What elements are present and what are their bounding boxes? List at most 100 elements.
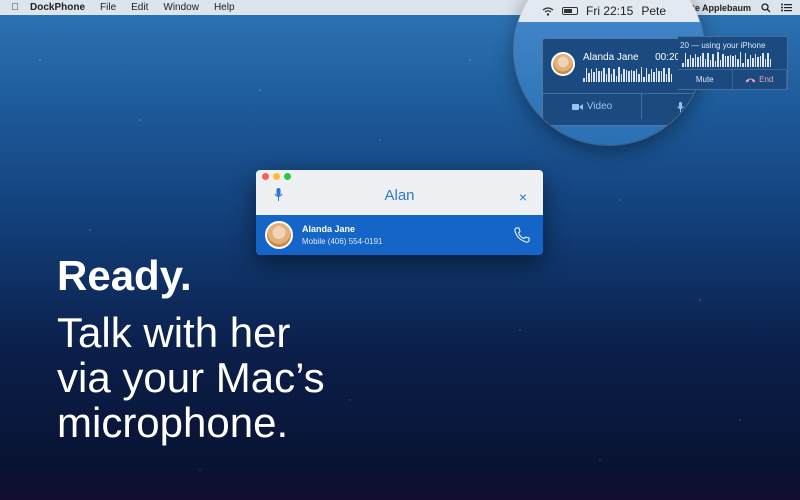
spotlight-search-icon[interactable] [761,2,771,13]
window-zoom-button[interactable] [284,173,291,180]
waveform-bar [670,73,672,82]
waveform-bar [610,74,612,82]
waveform-bar [583,77,585,82]
waveform-bar [714,61,716,67]
waveform-bar [747,59,749,67]
waveform-bar [704,59,706,67]
waveform-bar [757,56,759,67]
waveform-bar [739,52,741,67]
waveform-bar [653,72,655,82]
waveform-bar [699,56,701,67]
headline-line-1: Talk with her [57,309,291,356]
waveform-bar [767,53,769,67]
mute-button-panel[interactable]: Mute [678,70,733,89]
video-button-label: Video [586,101,613,112]
waveform-bar [754,53,756,67]
contact-phone: Mobile (406) 554-0191 [302,237,383,246]
waveform-bar [694,53,696,67]
hang-up-icon [745,78,756,82]
waveform-bar [682,63,684,67]
waveform-bar [598,71,600,82]
waveform-bar [732,56,734,67]
caller-avatar [551,52,575,76]
waveform-bar [709,59,711,67]
horizon-glow [0,460,800,500]
waveform-bar [663,67,665,82]
waveform-bar [712,54,714,67]
search-input[interactable]: Alan [256,187,543,204]
waveform-bar [722,54,724,67]
waveform-bar [585,67,587,82]
call-phone-icon[interactable] [513,226,531,244]
magnified-menubar: Fri 22:15 Pete [514,0,704,22]
waveform-bar [717,52,719,67]
video-button[interactable]: Video [543,94,642,119]
waveform-bar [752,57,754,67]
call-timer: 00:20 [655,51,681,63]
menu-edit[interactable]: Edit [131,2,148,13]
mute-label: Mute [695,75,714,84]
waveform-bar [595,68,597,82]
waveform-bar [600,70,602,82]
window-minimize-button[interactable] [273,173,280,180]
mute-button[interactable]: Mut [642,94,704,119]
apple-icon[interactable]:  [0,2,30,13]
waveform-bar [623,68,625,82]
clear-search-icon[interactable]: × [519,189,527,205]
waveform-bar [744,53,746,67]
caller-name: Alanda Jane [583,51,639,63]
battery-icon[interactable] [562,7,578,15]
waveform-bar [697,56,699,67]
waveform-bar [658,71,660,82]
menubar-clock[interactable]: Fri 22:15 [586,4,633,18]
menubar-user-truncated[interactable]: Pete [641,4,666,18]
headline-line-2: via your Mac’s [57,354,325,401]
menu-help[interactable]: Help [214,2,235,13]
waveform-bar [615,75,617,82]
waveform-bar [702,53,704,67]
video-camera-icon [571,103,583,110]
magnifier-lens: Fri 22:15 Pete Alanda Jane 00:20 — Video… [514,0,704,145]
waveform-bar [687,58,689,67]
marketing-headline: Ready. Talk with her via your Mac’s micr… [57,252,325,446]
waveform-bar [660,70,662,82]
notification-center-icon[interactable] [781,3,792,12]
call-panel-overflow: 20 — using your iPhone Mute End [678,36,788,90]
waveform-bar [655,68,657,82]
waveform-bar [603,67,605,82]
waveform-bar [684,53,686,67]
waveform-bar [618,66,620,82]
contact-avatar [265,221,293,249]
waveform-bar [640,66,642,82]
waveform-bar [608,67,610,82]
waveform-bar [643,77,645,82]
waveform-bar [719,59,721,67]
menu-file[interactable]: File [100,2,116,13]
waveform-bar [759,56,761,67]
end-call-button[interactable]: End [733,70,787,89]
waveform-bar [590,69,592,82]
audio-waveform-tail [682,52,787,67]
waveform-bar [628,70,630,82]
mute-button-label-short: Mut [687,101,704,112]
search-result-row[interactable]: Alanda Jane Mobile (406) 554-0191 [256,215,543,255]
microphone-icon [676,101,684,112]
menu-window[interactable]: Window [163,2,199,13]
waveform-bar [692,57,694,67]
waveform-bar [742,62,744,67]
waveform-bar [707,53,709,67]
waveform-bar [737,59,739,67]
wifi-icon[interactable] [542,6,554,16]
window-close-button[interactable] [262,173,269,180]
waveform-bar [645,67,647,82]
waveform-bar [734,54,736,67]
waveform-bar [749,54,751,67]
waveform-bar [648,73,650,82]
waveform-bar [633,70,635,82]
call-status: 20 — using your iPhone [680,41,766,50]
menu-app-name[interactable]: DockPhone [30,2,85,13]
waveform-bar [665,73,667,82]
contact-name: Alanda Jane [302,224,356,234]
headline-line-3: microphone. [57,399,289,446]
headline-ready: Ready. [57,252,192,299]
